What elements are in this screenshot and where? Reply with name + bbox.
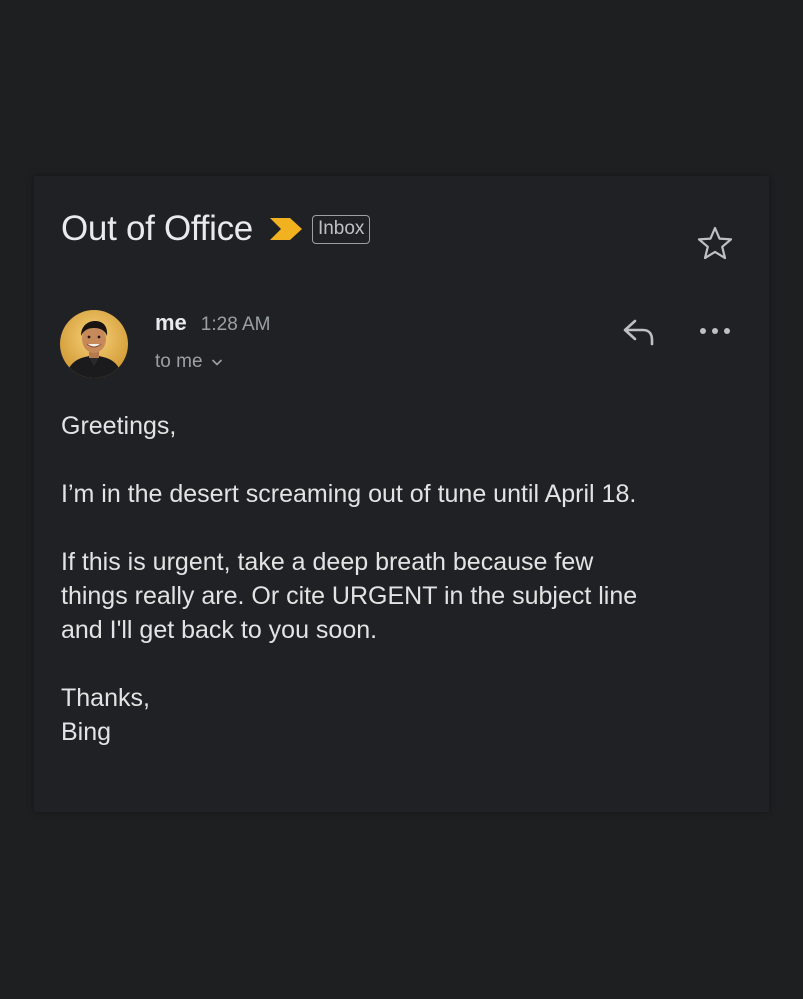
email-card: Out of Office Inbox me 1:28 AM to me Gre… xyxy=(34,176,769,812)
body-paragraph-1: I’m in the desert screaming out of tune … xyxy=(61,480,637,508)
recipient-details-toggle[interactable]: to me xyxy=(155,351,223,373)
inbox-label-chip[interactable]: Inbox xyxy=(311,214,371,244)
star-icon[interactable] xyxy=(697,226,733,260)
sender-line: me 1:28 AM xyxy=(155,310,271,336)
body-paragraph-2-line-1: If this is urgent, take a deep breath be… xyxy=(61,548,594,576)
body-signoff: Thanks, xyxy=(61,684,150,712)
avatar-image xyxy=(60,310,128,378)
more-horizontal-icon[interactable] xyxy=(698,323,732,339)
body-signature: Bing xyxy=(61,718,112,746)
recipient-text: to me xyxy=(155,351,203,372)
body-paragraph-2-line-2: things really are. Or cite URGENT in the… xyxy=(61,582,638,610)
sender-avatar[interactable] xyxy=(60,310,128,378)
email-time: 1:28 AM xyxy=(200,314,271,335)
email-body: Greetings, I’m in the desert screaming o… xyxy=(61,409,751,749)
body-paragraph-2-line-3: and I'll get back to you soon. xyxy=(61,616,378,644)
body-paragraph-2: If this is urgent, take a deep breath be… xyxy=(61,545,751,647)
body-greeting: Greetings, xyxy=(61,412,177,440)
reply-icon[interactable] xyxy=(621,317,657,347)
page: Out of Office Inbox me 1:28 AM to me Gre… xyxy=(0,0,803,999)
chevron-down-icon xyxy=(211,359,222,366)
sender-name[interactable]: me xyxy=(155,310,187,336)
email-subject: Out of Office xyxy=(61,209,253,248)
importance-marker-icon[interactable] xyxy=(269,218,302,240)
subject-row: Out of Office Inbox xyxy=(61,209,371,249)
